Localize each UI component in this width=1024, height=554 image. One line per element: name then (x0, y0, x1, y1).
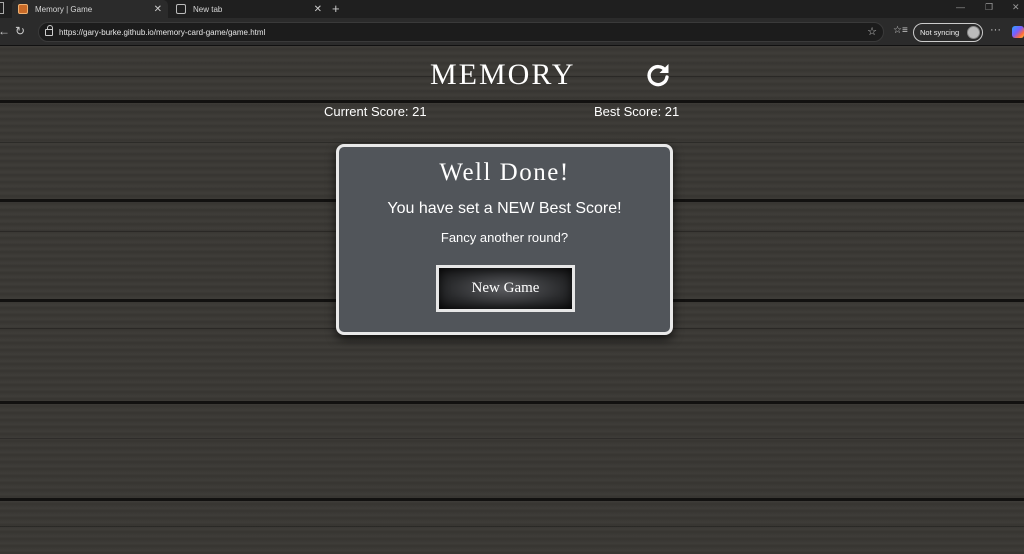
restore-icon[interactable]: ❐ (985, 2, 993, 13)
modal-heading: Well Done! (439, 159, 570, 186)
url-text[interactable]: https://gary-burke.github.io/memory-card… (59, 28, 265, 37)
restart-icon[interactable] (645, 62, 671, 88)
browser-tab-bar: Memory | Game ✕ New tab ✕ + — ❐ ✕ (0, 0, 1024, 18)
new-tab-favicon-icon (176, 4, 186, 14)
win-modal: Well Done! You have set a NEW Best Score… (336, 144, 673, 335)
plank-seam (0, 401, 1024, 404)
window-close-icon[interactable]: ✕ (1012, 2, 1020, 13)
refresh-icon[interactable]: ↻ (15, 24, 25, 38)
more-menu-icon[interactable]: ··· (990, 24, 1001, 36)
wood-grain (0, 438, 1024, 439)
close-icon[interactable]: ✕ (314, 4, 322, 15)
modal-prompt: Fancy another round? (440, 230, 569, 245)
memory-favicon-icon (18, 4, 28, 14)
back-arrow-icon[interactable]: ← (0, 24, 10, 38)
wood-grain (0, 142, 1024, 143)
sync-label: Not syncing (920, 28, 960, 37)
current-score: Current Score: 21 (324, 104, 427, 119)
tab-new-tab[interactable]: New tab ✕ (170, 0, 328, 18)
plank-seam (0, 498, 1024, 501)
close-icon[interactable]: ✕ (154, 4, 162, 15)
sidebar-toggle-icon[interactable] (0, 2, 4, 14)
new-game-button[interactable]: New Game (436, 265, 575, 312)
lock-icon[interactable] (45, 24, 53, 36)
plank-seam (0, 100, 1024, 103)
avatar (967, 26, 980, 39)
minimize-icon[interactable]: — (956, 2, 965, 12)
tab-title: Memory | Game (35, 4, 93, 14)
favorites-icon[interactable]: ☆≡ (893, 25, 908, 36)
tab-memory-game[interactable]: Memory | Game ✕ (12, 0, 168, 18)
page-title: MEMORY (430, 58, 576, 91)
game-page: MEMORY Current Score: 21 Best Score: 21 … (0, 46, 1024, 554)
address-toolbar: ← ↻ https://gary-burke.github.io/memory-… (0, 18, 1024, 46)
star-icon[interactable]: ☆ (867, 25, 877, 38)
modal-message: You have set a NEW Best Score! (387, 200, 622, 217)
wood-grain (0, 526, 1024, 527)
url-field[interactable]: https://gary-burke.github.io/memory-card… (38, 22, 884, 42)
profile-sync-button[interactable]: Not syncing (913, 23, 983, 42)
tab-title: New tab (193, 4, 223, 14)
new-tab-plus-icon[interactable]: + (332, 1, 340, 16)
best-score: Best Score: 21 (594, 104, 680, 119)
copilot-icon[interactable] (1012, 26, 1024, 38)
